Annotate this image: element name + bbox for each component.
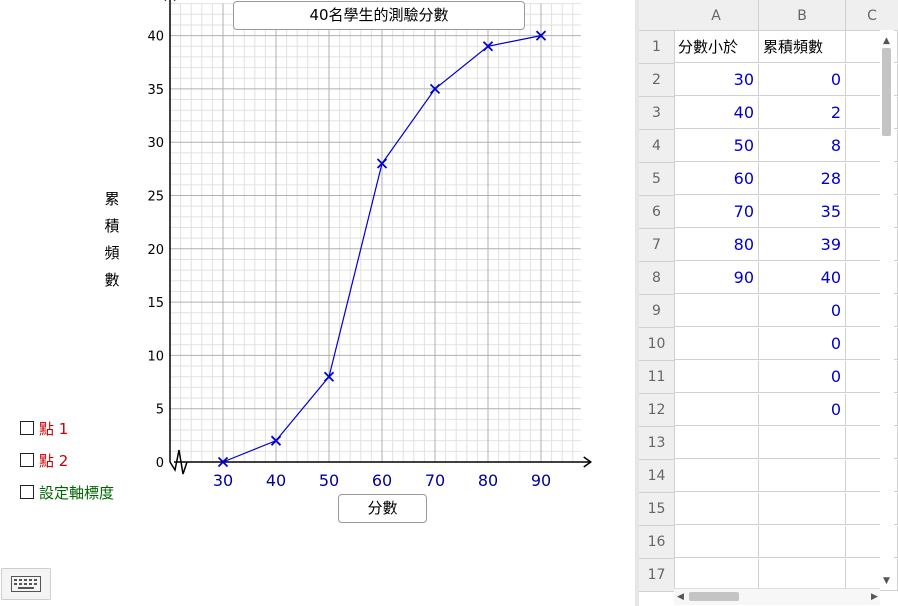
cell-b17[interactable] xyxy=(759,559,846,591)
cell-b15[interactable] xyxy=(759,493,846,525)
cell-a10[interactable] xyxy=(674,328,759,360)
column-header-b[interactable]: B xyxy=(759,0,846,31)
cell-a13[interactable] xyxy=(674,427,759,459)
cell-b5[interactable]: 28 xyxy=(759,163,846,195)
spreadsheet-view[interactable]: A B C 1 分數小於 累積頻數 2 30 0 3 40 2 4 50 8 5 60 28 6 70 35 7 80… xyxy=(639,0,898,606)
row-header[interactable]: 7 xyxy=(639,229,675,262)
scroll-left-icon[interactable]: ◀ xyxy=(677,592,684,602)
scroll-right-icon[interactable]: ▶ xyxy=(871,592,878,602)
horizontal-scroll-thumb[interactable] xyxy=(689,592,739,601)
y-axis-label: 累 積 頻 數 xyxy=(101,186,123,294)
keyboard-button[interactable] xyxy=(1,568,51,600)
x-tick-label: 60 xyxy=(372,471,392,490)
y-axis-label-char: 積 xyxy=(104,217,120,235)
cell-b13[interactable] xyxy=(759,427,846,459)
cell-b12[interactable]: 0 xyxy=(759,394,846,426)
y-tick-label: 15 xyxy=(147,296,164,311)
cell-b8[interactable]: 40 xyxy=(759,262,846,294)
cell-a12[interactable] xyxy=(674,394,759,426)
checkbox-icon[interactable] xyxy=(20,421,34,435)
row-header[interactable]: 5 xyxy=(639,163,675,196)
y-axis-label-char: 累 xyxy=(104,190,120,208)
y-tick-label: 40 xyxy=(147,30,164,45)
cell-a1[interactable]: 分數小於 xyxy=(674,31,759,63)
checkbox-label: 點 2 xyxy=(39,451,69,470)
checkbox-icon[interactable] xyxy=(20,453,34,467)
y-tick-label: 20 xyxy=(147,243,164,258)
cell-a17[interactable] xyxy=(674,559,759,591)
row-header[interactable]: 10 xyxy=(639,328,675,361)
checkbox-point-1[interactable]: 點 1 xyxy=(20,412,114,444)
row-header[interactable]: 16 xyxy=(639,526,675,559)
cell-b9[interactable]: 0 xyxy=(759,295,846,327)
y-axis-label-char: 數 xyxy=(104,271,120,289)
checkbox-group: 點 1 點 2 設定軸標度 xyxy=(20,412,114,508)
cell-b11[interactable]: 0 xyxy=(759,361,846,393)
row-header[interactable]: 15 xyxy=(639,493,675,526)
column-header-c[interactable]: C xyxy=(846,0,898,31)
x-tick-label: 70 xyxy=(425,471,445,490)
x-tick-label: 50 xyxy=(319,471,339,490)
row-header[interactable]: 2 xyxy=(639,64,675,97)
checkbox-icon[interactable] xyxy=(20,485,34,499)
cell-b14[interactable] xyxy=(759,460,846,492)
y-tick-label: 25 xyxy=(147,190,164,205)
y-tick-label: 0 xyxy=(156,456,164,471)
cell-a4[interactable]: 50 xyxy=(674,130,759,162)
cell-a11[interactable] xyxy=(674,361,759,393)
row-header[interactable]: 13 xyxy=(639,427,675,460)
x-tick-label: 80 xyxy=(478,471,498,490)
cell-a2[interactable]: 30 xyxy=(674,64,759,96)
cell-a16[interactable] xyxy=(674,526,759,558)
cumulative-frequency-chart[interactable]: 0 5 10 15 20 25 30 35 40 30 40 50 60 70 80 90 xyxy=(0,0,635,606)
x-tick-label: 40 xyxy=(266,471,286,490)
cell-a7[interactable]: 80 xyxy=(674,229,759,261)
cell-b6[interactable]: 35 xyxy=(759,196,846,228)
cell-b7[interactable]: 39 xyxy=(759,229,846,261)
y-tick-label: 5 xyxy=(156,403,164,418)
column-header-a[interactable]: A xyxy=(674,0,759,31)
row-header[interactable]: 3 xyxy=(639,97,675,130)
cell-b4[interactable]: 8 xyxy=(759,130,846,162)
row-header[interactable]: 14 xyxy=(639,460,675,493)
row-header[interactable]: 17 xyxy=(639,559,675,592)
x-tick-label: 90 xyxy=(531,471,551,490)
cell-a6[interactable]: 70 xyxy=(674,196,759,228)
y-axis-label-char: 頻 xyxy=(104,244,120,262)
row-header[interactable]: 4 xyxy=(639,130,675,163)
x-tick-label: 30 xyxy=(213,471,233,490)
cell-b3[interactable]: 2 xyxy=(759,97,846,129)
cell-a9[interactable] xyxy=(674,295,759,327)
cell-b2[interactable]: 0 xyxy=(759,64,846,96)
cell-b16[interactable] xyxy=(759,526,846,558)
checkbox-label: 設定軸標度 xyxy=(39,483,115,502)
cell-a5[interactable]: 60 xyxy=(674,163,759,195)
scroll-down-icon[interactable]: ▼ xyxy=(883,576,890,586)
vertical-scroll-thumb[interactable] xyxy=(882,48,891,136)
sheet-corner[interactable] xyxy=(639,0,675,31)
row-header[interactable]: 6 xyxy=(639,196,675,229)
scroll-up-icon[interactable]: ▲ xyxy=(883,36,890,46)
chart-title[interactable]: 40名學生的測驗分數 xyxy=(233,1,525,30)
y-tick-label: 35 xyxy=(147,83,164,98)
keyboard-icon xyxy=(11,576,41,592)
checkbox-axis-scale[interactable]: 設定軸標度 xyxy=(20,476,114,508)
cell-a3[interactable]: 40 xyxy=(674,97,759,129)
graphics-view[interactable]: 0 5 10 15 20 25 30 35 40 30 40 50 60 70 80 90 40名學生的測驗分… xyxy=(0,0,635,606)
y-tick-label: 10 xyxy=(147,349,164,364)
cell-b1[interactable]: 累積頻數 xyxy=(759,31,846,63)
y-tick-label: 30 xyxy=(147,136,164,151)
cell-a15[interactable] xyxy=(674,493,759,525)
x-axis-label[interactable]: 分數 xyxy=(338,494,427,523)
row-header[interactable]: 11 xyxy=(639,361,675,394)
row-header[interactable]: 9 xyxy=(639,295,675,328)
row-header[interactable]: 12 xyxy=(639,394,675,427)
row-header[interactable]: 1 xyxy=(639,31,675,64)
checkbox-point-2[interactable]: 點 2 xyxy=(20,444,114,476)
checkbox-label: 點 1 xyxy=(39,419,69,438)
row-header[interactable]: 8 xyxy=(639,262,675,295)
cell-a14[interactable] xyxy=(674,460,759,492)
cell-a8[interactable]: 90 xyxy=(674,262,759,294)
cell-b10[interactable]: 0 xyxy=(759,328,846,360)
